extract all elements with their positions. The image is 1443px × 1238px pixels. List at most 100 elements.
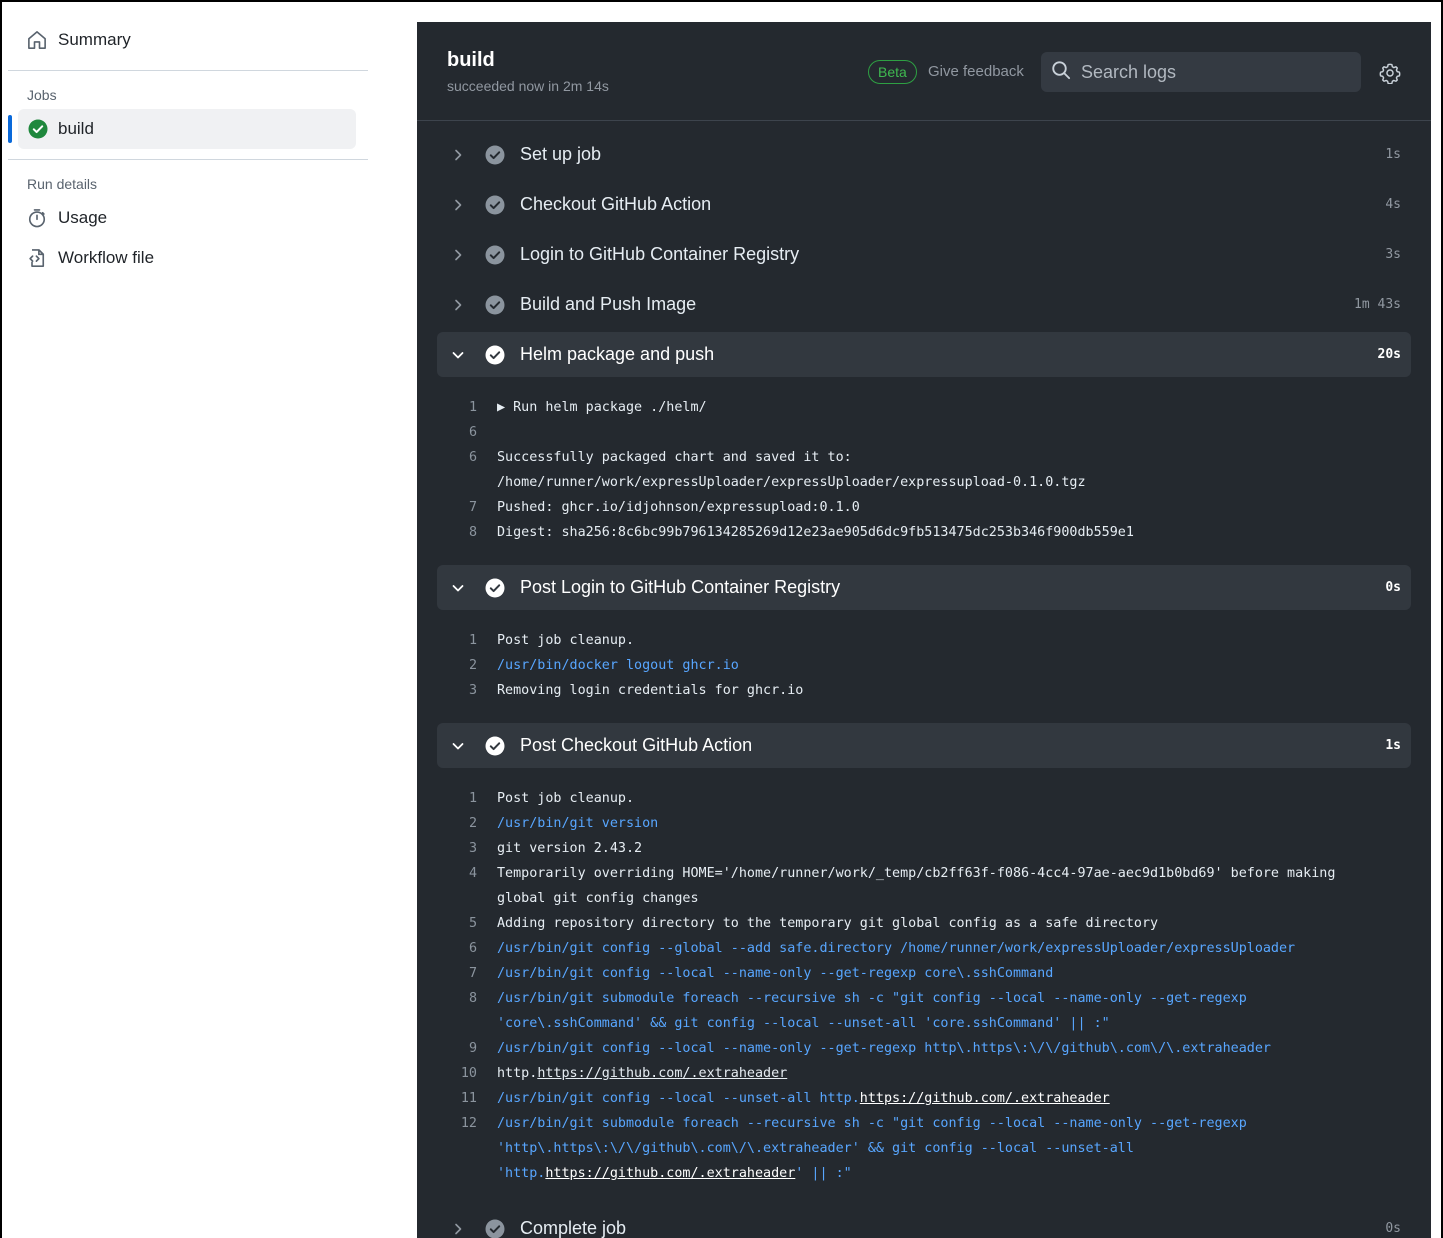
step-log: 1 ▶ Run helm package ./helm/6 6 Successfull… <box>437 382 1411 560</box>
log-line: 5 Adding repository directory to the temp… <box>437 911 1411 936</box>
chevron-right-icon[interactable] <box>451 148 465 162</box>
line-number[interactable]: 1 <box>437 786 497 811</box>
chevron-right-icon[interactable] <box>451 198 465 212</box>
sidebar-item-label: Workflow file <box>58 248 155 267</box>
line-number[interactable]: 3 <box>437 678 497 703</box>
check-circle-icon <box>485 145 505 165</box>
divider <box>8 159 368 160</box>
log-line: 6 Successfully packaged chart and saved i… <box>437 445 1411 470</box>
line-number[interactable]: 6 <box>437 445 497 470</box>
search-icon <box>1051 60 1071 85</box>
step-row[interactable]: Helm package and push 20s <box>437 332 1411 377</box>
line-number[interactable]: 3 <box>437 836 497 861</box>
log-link[interactable]: https://github.com/.extraheader <box>860 1091 1110 1106</box>
step-duration: 0s <box>1385 580 1401 595</box>
line-number[interactable]: 1 <box>437 628 497 653</box>
log-link[interactable]: https://github.com/.extraheader <box>537 1066 787 1081</box>
line-number[interactable]: 4 <box>437 861 497 886</box>
log-text: /usr/bin/git config --local --name-only … <box>497 1041 1271 1056</box>
sidebar-item-label: Usage <box>58 208 108 227</box>
check-circle-fill-icon <box>28 119 48 139</box>
line-number[interactable]: 8 <box>437 986 497 1011</box>
step-row[interactable]: Build and Push Image 1m 43s <box>437 282 1411 327</box>
log-line: /home/runner/work/expressUploader/expres… <box>437 470 1411 495</box>
check-circle-icon <box>485 345 505 365</box>
log-text: ▶ Run helm package ./helm/ <box>497 400 707 415</box>
step-row[interactable]: Set up job 1s <box>437 132 1411 177</box>
log-line: 6/usr/bin/git config --global --add safe… <box>437 936 1411 961</box>
line-number[interactable]: 2 <box>437 653 497 678</box>
chevron-down-icon[interactable] <box>451 581 465 595</box>
log-line: 8/usr/bin/git submodule foreach --recurs… <box>437 986 1411 1011</box>
gear-icon[interactable] <box>1379 62 1401 85</box>
log-line: 'core\.sshCommand' && git config --local… <box>437 1011 1411 1036</box>
step-name: Post Login to GitHub Container Registry <box>520 577 841 597</box>
chevron-down-icon[interactable] <box>451 348 465 362</box>
line-number[interactable]: 9 <box>437 1036 497 1061</box>
step-name: Checkout GitHub Action <box>520 194 712 214</box>
line-number[interactable]: 12 <box>437 1111 497 1136</box>
job-status-text: succeeded now in 2m 14s <box>447 78 609 94</box>
line-number[interactable]: 6 <box>437 420 497 445</box>
log-text: git version 2.43.2 <box>497 841 643 856</box>
sidebar-item-workflow-file[interactable]: Workflow file <box>8 238 368 278</box>
step-duration: 1s <box>1385 738 1401 753</box>
step-row[interactable]: Login to GitHub Container Registry 3s <box>437 232 1411 277</box>
line-number[interactable] <box>437 1136 497 1161</box>
line-number[interactable] <box>437 886 497 911</box>
run-details-heading: Run details <box>27 176 98 192</box>
line-number[interactable]: 8 <box>437 520 497 545</box>
log-text: Temporarily overriding HOME='/home/runne… <box>497 866 1336 881</box>
step-duration: 1s <box>1385 147 1401 162</box>
search-logs-field[interactable] <box>1041 52 1361 92</box>
line-number[interactable]: 2 <box>437 811 497 836</box>
log-text: Post job cleanup. <box>497 633 635 648</box>
log-line: 'http.https://github.com/.extraheader' |… <box>437 1161 1411 1186</box>
sidebar-item-summary[interactable]: Summary <box>8 20 368 60</box>
search-logs-input[interactable] <box>1081 61 1341 83</box>
file-code-icon <box>26 247 48 269</box>
step-log: 1 Post job cleanup. 2/usr/bin/git version 3… <box>437 773 1411 1201</box>
line-number[interactable] <box>437 1161 497 1186</box>
line-number[interactable]: 7 <box>437 495 497 520</box>
step-row[interactable]: Complete job 0s <box>437 1206 1411 1238</box>
sidebar-item-build-job[interactable]: build <box>8 109 356 149</box>
log-line: 'http\.https\:\/\/github\.com\/\.extrahe… <box>437 1136 1411 1161</box>
step-row[interactable]: Checkout GitHub Action 4s <box>437 182 1411 227</box>
line-number[interactable]: 1 <box>437 395 497 420</box>
step-name: Set up job <box>520 144 602 164</box>
log-text: /usr/bin/git submodule foreach --recursi… <box>497 991 1247 1006</box>
beta-badge: Beta <box>868 60 917 84</box>
job-header: build succeeded now in 2m 14s Beta Give … <box>417 22 1431 121</box>
line-number[interactable]: 5 <box>437 911 497 936</box>
log-text: global git config changes <box>497 891 699 906</box>
job-title: build <box>447 49 495 71</box>
line-number[interactable]: 6 <box>437 936 497 961</box>
chevron-right-icon[interactable] <box>451 248 465 262</box>
chevron-down-icon[interactable] <box>451 739 465 753</box>
line-number[interactable] <box>437 1011 497 1036</box>
step-row[interactable]: Post Checkout GitHub Action 1s <box>437 723 1411 768</box>
sidebar-item-usage[interactable]: Usage <box>8 198 368 238</box>
step-row[interactable]: Post Login to GitHub Container Registry 0… <box>437 565 1411 610</box>
log-line: 2/usr/bin/docker logout ghcr.io <box>437 653 1411 678</box>
sidebar-item-label: build <box>58 119 94 138</box>
log-line: 7 Pushed: ghcr.io/idjohnson/expressupload… <box>437 495 1411 520</box>
step-duration: 3s <box>1385 247 1401 262</box>
chevron-right-icon[interactable] <box>451 298 465 312</box>
line-number[interactable]: 11 <box>437 1086 497 1111</box>
log-link[interactable]: https://github.com/.extraheader <box>545 1166 795 1181</box>
check-circle-icon <box>485 578 505 598</box>
step-duration: 20s <box>1377 347 1401 362</box>
log-text: Post job cleanup. <box>497 791 635 806</box>
line-number[interactable]: 10 <box>437 1061 497 1086</box>
log-text: Pushed: ghcr.io/idjohnson/expressupload:… <box>497 500 860 515</box>
chevron-right-icon[interactable] <box>451 1222 465 1236</box>
line-number[interactable] <box>437 470 497 495</box>
log-text: Digest: sha256:8c6bc99b796134285269d12e2… <box>497 525 1134 540</box>
log-text: /home/runner/work/expressUploader/expres… <box>497 475 1086 490</box>
log-line: 11/usr/bin/git config --local --unset-al… <box>437 1086 1411 1111</box>
line-number[interactable]: 7 <box>437 961 497 986</box>
give-feedback-link[interactable]: Give feedback <box>928 63 1024 80</box>
log-text: /usr/bin/git version <box>497 816 659 831</box>
